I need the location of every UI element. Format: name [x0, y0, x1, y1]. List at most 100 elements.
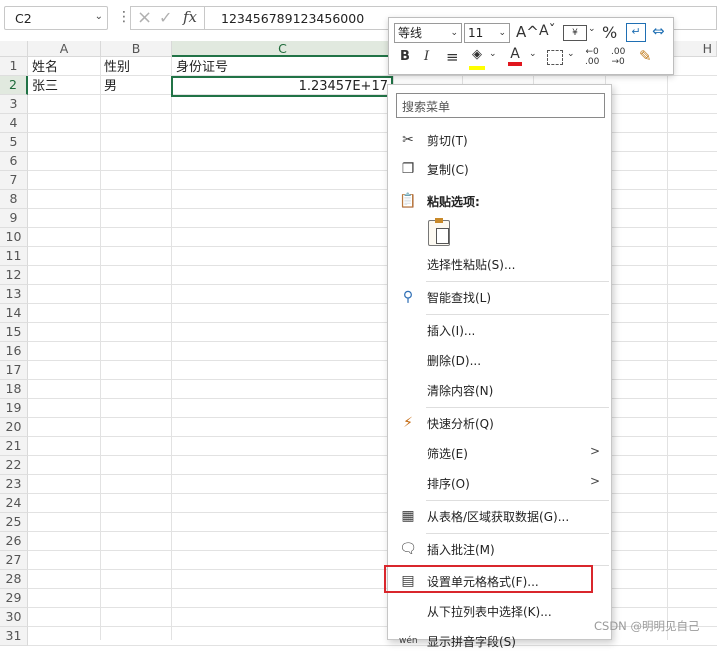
- menu-item-smart-lookup[interactable]: ⚲ 智能查找(L): [389, 284, 610, 310]
- italic-icon[interactable]: I: [424, 49, 429, 64]
- paste-button[interactable]: [428, 218, 450, 246]
- row-header[interactable]: 31: [0, 627, 28, 646]
- row-header[interactable]: 11: [0, 247, 28, 266]
- row-header[interactable]: 30: [0, 608, 28, 627]
- chevron-right-icon: >: [589, 474, 600, 488]
- row-header[interactable]: 6: [0, 152, 28, 171]
- cancel-icon[interactable]: ×: [137, 7, 152, 28]
- menu-item-paste-special[interactable]: 选择性粘贴(S)...: [389, 251, 610, 277]
- copy-icon: ❐: [401, 161, 415, 177]
- cell-a1[interactable]: 姓名: [32, 58, 58, 77]
- borders-icon[interactable]: [547, 50, 563, 65]
- row-header[interactable]: 23: [0, 475, 28, 494]
- column-header-b[interactable]: B: [101, 41, 172, 57]
- active-cell-border: [171, 76, 393, 97]
- menu-item-paste-options: 📋 粘贴选项:: [389, 188, 610, 214]
- row-header[interactable]: 1: [0, 57, 28, 76]
- row-header[interactable]: 8: [0, 190, 28, 209]
- bold-icon[interactable]: B: [400, 49, 410, 64]
- column-header-c[interactable]: C: [172, 41, 394, 57]
- merge-icon[interactable]: ⇔: [652, 22, 665, 40]
- menu-item-insert-comment[interactable]: 🗨 插入批注(M): [389, 536, 610, 562]
- row-header[interactable]: 17: [0, 361, 28, 380]
- row-header[interactable]: 26: [0, 532, 28, 551]
- more-options-icon[interactable]: ⋮: [117, 9, 131, 25]
- menu-item-delete[interactable]: 删除(D)...: [389, 347, 610, 373]
- column-header-a[interactable]: A: [28, 41, 101, 57]
- row-header[interactable]: 7: [0, 171, 28, 190]
- cell-a2[interactable]: 张三: [32, 77, 58, 96]
- smart-lookup-icon: ⚲: [402, 289, 414, 305]
- menu-item-pick-from-list[interactable]: 从下拉列表中选择(K)...: [389, 598, 610, 624]
- font-color-icon[interactable]: A: [508, 46, 522, 66]
- menu-separator: [426, 500, 609, 501]
- font-name-select[interactable]: 等线 ⌄: [394, 23, 462, 43]
- number-format-icon[interactable]: ¥: [563, 25, 587, 41]
- mini-toolbar: 等线 ⌄ 11 ⌄ A^ Aˇ ¥ ⌄ % ↵ ⇔ B I ≡ ◈ ⌄ A ⌄ ⌄ …: [388, 17, 674, 75]
- menu-item-show-phonetic[interactable]: wén 显示拼音字段(S): [389, 628, 610, 654]
- row-header[interactable]: 15: [0, 323, 28, 342]
- menu-item-get-data[interactable]: ▦ 从表格/区域获取数据(G)...: [389, 503, 610, 529]
- chevron-down-icon[interactable]: ⌄: [588, 24, 596, 34]
- menu-item-label: 剪切(T): [427, 134, 468, 148]
- insert-function-icon[interactable]: fx: [183, 8, 197, 26]
- percent-style-icon[interactable]: %: [602, 23, 617, 42]
- column-header-h[interactable]: H: [668, 41, 717, 57]
- chevron-right-icon: >: [589, 444, 600, 458]
- row-header[interactable]: 20: [0, 418, 28, 437]
- row-header[interactable]: 18: [0, 380, 28, 399]
- wrap-text-icon[interactable]: ↵: [626, 23, 646, 42]
- formula-buttons: × ✓ fx: [130, 6, 204, 30]
- menu-item-label: 清除内容(N): [427, 384, 494, 398]
- fill-color-icon[interactable]: ◈: [469, 47, 485, 70]
- enter-icon[interactable]: ✓: [159, 8, 172, 27]
- chevron-down-icon[interactable]: ⌄: [95, 11, 103, 22]
- menu-separator: [426, 407, 609, 408]
- row-header[interactable]: 12: [0, 266, 28, 285]
- menu-item-sort[interactable]: 排序(O) >: [389, 470, 610, 496]
- row-header[interactable]: 19: [0, 399, 28, 418]
- chevron-down-icon[interactable]: ⌄: [489, 49, 497, 59]
- chevron-down-icon[interactable]: ⌄: [567, 49, 575, 59]
- menu-item-label: 插入(I)...: [427, 324, 476, 338]
- row-header[interactable]: 25: [0, 513, 28, 532]
- row-header[interactable]: 16: [0, 342, 28, 361]
- format-painter-icon[interactable]: ✎: [639, 47, 652, 65]
- name-box[interactable]: C2 ⌄: [4, 6, 108, 30]
- row-header[interactable]: 9: [0, 209, 28, 228]
- chevron-down-icon: ⌄: [450, 28, 458, 38]
- align-center-icon[interactable]: ≡: [446, 48, 459, 66]
- cell-b2[interactable]: 男: [104, 77, 117, 96]
- menu-search-input[interactable]: 搜索菜单: [396, 93, 605, 118]
- menu-item-copy[interactable]: ❐ 复制(C): [389, 156, 610, 182]
- decrease-font-size-icon[interactable]: Aˇ: [539, 23, 556, 39]
- chevron-down-icon[interactable]: ⌄: [529, 49, 537, 59]
- select-all-corner[interactable]: [0, 41, 28, 57]
- menu-item-clear-contents[interactable]: 清除内容(N): [389, 377, 610, 403]
- row-header[interactable]: 21: [0, 437, 28, 456]
- row-header[interactable]: 5: [0, 133, 28, 152]
- row-header[interactable]: 10: [0, 228, 28, 247]
- increase-font-size-icon[interactable]: A^: [516, 23, 539, 41]
- menu-item-filter[interactable]: 筛选(E) >: [389, 440, 610, 466]
- row-header[interactable]: 13: [0, 285, 28, 304]
- row-header[interactable]: 28: [0, 570, 28, 589]
- menu-item-label: 选择性粘贴(S)...: [427, 258, 516, 272]
- font-size-select[interactable]: 11 ⌄: [464, 23, 510, 43]
- increase-decimal-icon[interactable]: ←0.00: [585, 47, 599, 67]
- row-header[interactable]: 14: [0, 304, 28, 323]
- row-header[interactable]: 3: [0, 95, 28, 114]
- menu-item-insert[interactable]: 插入(I)...: [389, 317, 610, 343]
- row-header[interactable]: 22: [0, 456, 28, 475]
- menu-item-quick-analysis[interactable]: ⚡ 快速分析(Q): [389, 410, 610, 436]
- menu-item-cut[interactable]: ✂ 剪切(T): [389, 127, 610, 153]
- row-header[interactable]: 24: [0, 494, 28, 513]
- row-header[interactable]: 27: [0, 551, 28, 570]
- phonetic-icon: wén: [399, 636, 418, 646]
- decrease-decimal-icon[interactable]: .00 →0: [611, 47, 625, 67]
- row-header[interactable]: 2: [0, 76, 28, 95]
- cell-c1[interactable]: 身份证号: [176, 58, 228, 77]
- row-header[interactable]: 4: [0, 114, 28, 133]
- row-header[interactable]: 29: [0, 589, 28, 608]
- cell-b1[interactable]: 性别: [104, 58, 130, 77]
